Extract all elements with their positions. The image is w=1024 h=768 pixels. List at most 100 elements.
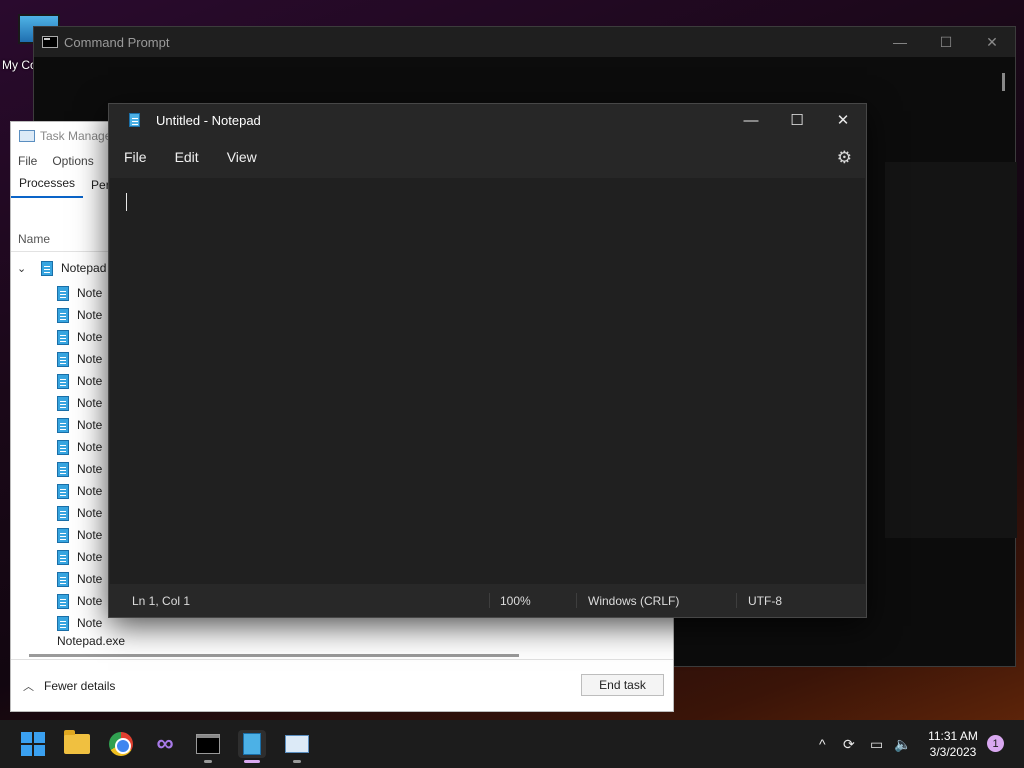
menu-edit[interactable]: Edit [175, 149, 199, 165]
column-header-name[interactable]: Name [18, 232, 50, 246]
tab-processes[interactable]: Processes [11, 176, 84, 198]
cursor-position: Ln 1, Col 1 [132, 593, 191, 608]
folder-icon [64, 730, 90, 754]
notepad-icon [57, 285, 69, 301]
notepad-window[interactable]: Untitled - Notepad — ☐ ✕ File Edit View … [108, 103, 867, 618]
task-manager-footer: ︿ Fewer details End task [11, 659, 673, 711]
maximize-button[interactable]: ☐ [923, 27, 969, 57]
network-button[interactable]: ▭ [870, 720, 883, 768]
menu-file[interactable]: File [124, 149, 147, 165]
notepad-icon [57, 307, 69, 323]
process-name: Note [77, 418, 103, 432]
console-area [885, 162, 1017, 538]
process-name: Note [77, 286, 103, 300]
sync-status-button[interactable]: ⟳ [843, 720, 855, 768]
active-indicator [244, 760, 260, 763]
file-explorer-button[interactable] [63, 730, 91, 758]
command-prompt-title: Command Prompt [64, 34, 170, 50]
process-name: Note [77, 572, 103, 586]
command-prompt-titlebar[interactable]: Command Prompt — ☐ ✕ [34, 27, 1015, 57]
speaker-icon: 🔈 [894, 735, 912, 752]
running-indicator [293, 760, 301, 763]
terminal-icon [196, 734, 220, 754]
line-ending: Windows (CRLF) [588, 593, 680, 608]
process-name: Notepad.exe [57, 634, 126, 648]
chevron-down-icon[interactable]: ⌄ [17, 262, 31, 275]
running-indicator [204, 760, 212, 763]
process-name: Note [77, 616, 103, 630]
notepad-taskbar-button[interactable] [238, 730, 266, 758]
process-name: Note [77, 550, 103, 564]
process-name: Note [77, 462, 103, 476]
notepad-icon [41, 260, 53, 276]
process-name: Note [77, 594, 103, 608]
end-task-button[interactable]: End task [581, 674, 664, 696]
menu-view[interactable]: View [227, 149, 257, 165]
process-name: Note [77, 352, 103, 366]
notepad-icon [57, 351, 69, 367]
minimize-button[interactable]: — [877, 27, 923, 57]
close-button[interactable]: ✕ [820, 104, 866, 136]
status-divider [736, 593, 737, 608]
status-divider [489, 593, 490, 608]
notepad-icon [243, 733, 261, 755]
notepad-menu-bar: File Edit View ⚙ [109, 136, 866, 178]
menu-options[interactable]: Options [45, 154, 101, 168]
chrome-button[interactable] [107, 730, 135, 758]
process-name: Note [77, 396, 103, 410]
clock[interactable]: 11:31 AM 3/3/2023 [925, 728, 981, 760]
text-caret [126, 193, 127, 211]
close-button[interactable]: ✕ [969, 27, 1015, 57]
command-prompt-taskbar-button[interactable] [194, 730, 222, 758]
fewer-details-button[interactable]: ︿ Fewer details [23, 678, 115, 694]
volume-button[interactable]: 🔈 [894, 720, 911, 768]
windows-logo-icon [21, 732, 45, 756]
process-group-label: Notepad [61, 261, 107, 275]
task-manager-icon [285, 735, 309, 753]
status-divider [576, 593, 577, 608]
sync-icon: ⟳ [843, 735, 855, 752]
process-name: Note [77, 374, 103, 388]
task-manager-icon [19, 130, 35, 142]
notepad-icon [57, 483, 69, 499]
process-name: Note [77, 308, 103, 322]
process-group-notepad[interactable]: ⌄ Notepad [17, 258, 106, 278]
list-item[interactable]: Notepad.exe [57, 634, 125, 648]
chrome-icon [109, 732, 133, 756]
notepad-title: Untitled - Notepad [156, 112, 261, 128]
horizontal-scrollbar[interactable] [29, 654, 519, 657]
start-button[interactable] [19, 730, 47, 758]
status-bar: Ln 1, Col 1 100% Windows (CRLF) UTF-8 [109, 584, 866, 617]
process-name: Note [77, 506, 103, 520]
notepad-icon [57, 593, 69, 609]
vertical-scrollbar[interactable] [1002, 73, 1005, 91]
text-editor-area[interactable] [110, 178, 865, 586]
network-icon: ▭ [870, 735, 884, 752]
minimize-button[interactable]: — [728, 104, 774, 136]
zoom-level: 100% [500, 593, 531, 608]
clock-time: 11:31 AM [928, 729, 978, 743]
show-hidden-icons-button[interactable]: ^ [819, 720, 826, 768]
chevron-up-icon: ^ [819, 736, 826, 752]
notepad-icon [57, 527, 69, 543]
visual-studio-button[interactable]: ∞ [151, 730, 179, 758]
task-manager-taskbar-button[interactable] [283, 730, 311, 758]
notepad-icon [129, 113, 140, 127]
menu-file[interactable]: File [11, 154, 45, 168]
notification-badge[interactable]: 1 [987, 735, 1004, 752]
fewer-details-label: Fewer details [44, 678, 116, 693]
notepad-icon [57, 417, 69, 433]
taskbar: ∞ ^ ⟳ ▭ 🔈 11:31 AM 3/3/2023 [0, 720, 1024, 768]
notepad-icon [57, 373, 69, 389]
notepad-titlebar[interactable]: Untitled - Notepad — ☐ ✕ [109, 104, 866, 136]
notepad-icon [57, 329, 69, 345]
notepad-icon [57, 461, 69, 477]
notepad-icon [57, 571, 69, 587]
process-name: Note [77, 330, 103, 344]
visual-studio-icon: ∞ [156, 730, 174, 757]
notepad-icon [57, 505, 69, 521]
gear-icon[interactable]: ⚙ [837, 148, 852, 168]
task-manager-title: Task Manage [40, 129, 112, 143]
command-prompt-icon [42, 36, 58, 48]
maximize-button[interactable]: ☐ [774, 104, 820, 136]
